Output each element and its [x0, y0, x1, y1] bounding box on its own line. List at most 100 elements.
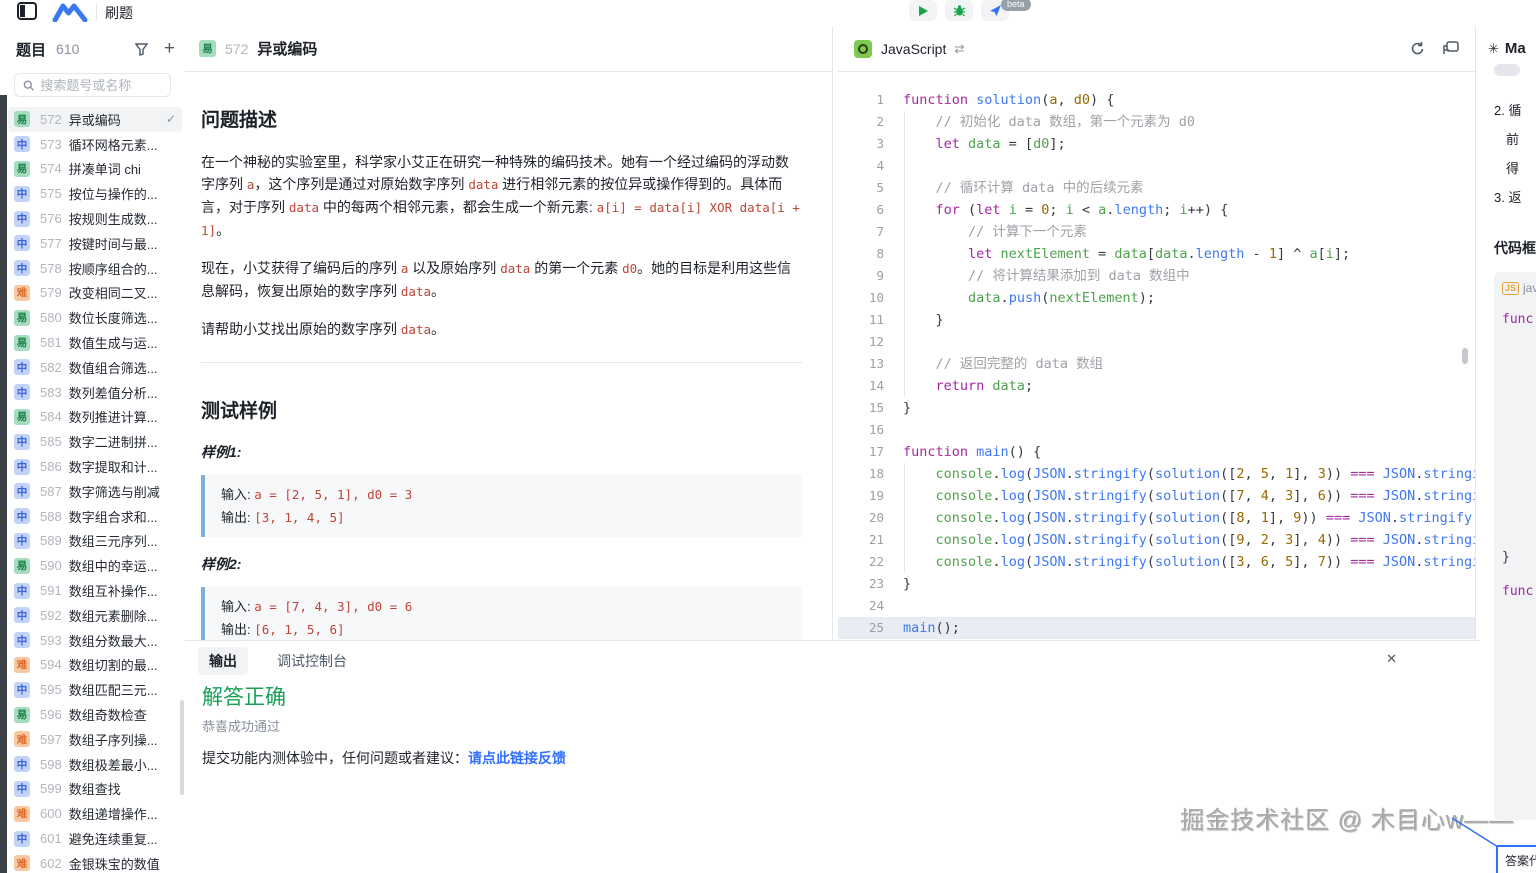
- topbar-menu-label[interactable]: 刷题: [105, 3, 133, 23]
- line-number: 3: [838, 133, 884, 155]
- problem-list-item[interactable]: 中598数组极差最小...: [8, 752, 182, 777]
- debug-button[interactable]: [945, 0, 973, 21]
- reset-code-icon[interactable]: [1410, 41, 1425, 56]
- tab-debug-console[interactable]: 调试控制台: [266, 647, 358, 675]
- difficulty-badge: 中: [14, 533, 30, 549]
- close-icon[interactable]: ✕: [1386, 651, 1397, 667]
- ai-answer-panel: ✳ Ma 2. 循前得3. 返 代码框 JS jav func}func: [1480, 26, 1536, 873]
- ai-code-heading: 代码框: [1494, 238, 1536, 258]
- sample-title: 样例1:: [201, 442, 802, 462]
- samples-heading: 测试样例: [201, 396, 802, 423]
- problem-count: 610: [56, 41, 79, 57]
- problem-list-item[interactable]: 易572异或编码✓: [8, 107, 182, 132]
- problem-id: 582: [40, 360, 62, 375]
- problem-list-item[interactable]: 中 577 按键时间与最...: [8, 231, 182, 256]
- problem-id: 577: [40, 236, 62, 251]
- problem-list-item[interactable]: 易596数组奇数检查: [8, 702, 182, 727]
- problem-id: 598: [40, 757, 62, 772]
- problem-list-item[interactable]: 中593数组分数最大...: [8, 628, 182, 653]
- problem-item-title: 数组分数最大...: [69, 631, 158, 650]
- problem-list-item[interactable]: 易581数值生成与运...: [8, 330, 182, 355]
- problem-list-item[interactable]: 难579改变相同二叉...: [8, 281, 182, 306]
- problem-list-item[interactable]: 中575按位与操作的...: [8, 181, 182, 206]
- sidebar-toggle-icon[interactable]: [16, 2, 38, 22]
- add-icon[interactable]: +: [164, 42, 175, 56]
- line-number: 11: [838, 309, 884, 331]
- problem-list-item[interactable]: 中588数字组合求和...: [8, 504, 182, 529]
- paper-plane-icon: [989, 4, 1002, 17]
- line-number: 22: [838, 551, 884, 573]
- play-icon: [917, 5, 929, 17]
- problem-item-title: 数组元素删除...: [69, 606, 158, 625]
- problem-item-title: 数列推进计算...: [69, 407, 158, 426]
- problem-id: 588: [40, 509, 62, 524]
- problem-title: 异或编码: [257, 38, 317, 59]
- feedback-text: 提交功能内测体验中，任何问题或者建议：: [202, 750, 468, 766]
- problem-item-title: 数字筛选与削减: [69, 482, 160, 501]
- difficulty-badge: 难: [14, 657, 30, 673]
- editor-scrollbar[interactable]: [1462, 348, 1468, 364]
- problem-list-item[interactable]: 中595数组匹配三元...: [8, 677, 182, 702]
- difficulty-badge: 中: [14, 235, 30, 251]
- problem-item-title: 循环网格元素...: [69, 135, 158, 154]
- problem-item-title: 按键时间与最...: [69, 234, 158, 253]
- result-subtitle: 恭喜成功通过: [202, 716, 280, 735]
- problem-list-item[interactable]: 易584数列推进计算...: [8, 405, 182, 430]
- problem-list-item[interactable]: 易590数组中的幸运...: [8, 553, 182, 578]
- difficulty-badge: 易: [14, 310, 30, 326]
- line-number: 18: [838, 463, 884, 485]
- problem-id: 594: [40, 657, 62, 672]
- sidebar-header: 题目 610 +: [16, 39, 175, 59]
- beta-badge: beta: [1001, 0, 1031, 11]
- problem-id: 581: [40, 335, 62, 350]
- feedback-row: 提交功能内测体验中，任何问题或者建议：请点此链接反馈: [202, 748, 566, 768]
- search-input[interactable]: [40, 78, 162, 93]
- run-button[interactable]: [909, 0, 937, 21]
- line-number: 1: [838, 89, 884, 111]
- problem-item-title: 数组匹配三元...: [69, 680, 158, 699]
- problem-list-item[interactable]: 中585数字二进制拼...: [8, 429, 182, 454]
- problem-item-title: 数组子序列操...: [69, 730, 158, 749]
- problem-item-title: 按规则生成数...: [69, 209, 158, 228]
- problem-list-item[interactable]: 中601避免连续重复...: [8, 826, 182, 851]
- ai-code-block: JS jav func}func: [1494, 272, 1536, 820]
- sidebar-scrollbar[interactable]: [180, 700, 184, 795]
- difficulty-badge: 中: [14, 583, 30, 599]
- editor-header: JavaScript ⇄: [838, 26, 1475, 72]
- sparkle-icon: ✳: [1488, 41, 1499, 57]
- problem-list-item[interactable]: 中592数组元素删除...: [8, 603, 182, 628]
- filter-icon[interactable]: [135, 43, 148, 56]
- problem-list-item[interactable]: 难594数组切割的最...: [8, 653, 182, 678]
- line-number: 7: [838, 221, 884, 243]
- problem-id: 572: [225, 41, 248, 57]
- format-code-icon[interactable]: [1443, 41, 1459, 56]
- problem-list-item[interactable]: 中587数字筛选与削减: [8, 479, 182, 504]
- problem-list-item[interactable]: 中578按顺序组合的...: [8, 256, 182, 281]
- problem-list-item[interactable]: 难602金银珠宝的数值: [8, 851, 182, 873]
- problem-id: 575: [40, 186, 62, 201]
- problem-list-item[interactable]: 中589数组三元序列...: [8, 529, 182, 554]
- problem-list-item[interactable]: 中586数字提取和计...: [8, 454, 182, 479]
- problem-list-item[interactable]: 易574拼凑单词 chi: [8, 157, 182, 182]
- problem-list-item[interactable]: 中573循环网格元素...: [8, 132, 182, 157]
- tab-output[interactable]: 输出: [198, 647, 248, 675]
- description-paragraph: 请帮助小艾找出原始的数字序列 data。: [201, 318, 802, 341]
- problem-list-item[interactable]: 中582数值组合筛选...: [8, 355, 182, 380]
- problem-list-item[interactable]: 易580数位长度筛选...: [8, 305, 182, 330]
- problem-item-title: 数组互补操作...: [69, 581, 158, 600]
- problem-id: 599: [40, 781, 62, 796]
- juejin-logo: [52, 3, 88, 22]
- problem-list-item[interactable]: 中583数列差值分析...: [8, 380, 182, 405]
- feedback-link[interactable]: 请点此链接反馈: [468, 750, 566, 766]
- bug-icon: [953, 4, 966, 17]
- js-lang-badge: JS: [1502, 282, 1519, 295]
- switch-language-icon[interactable]: ⇄: [954, 42, 964, 56]
- problem-list-item[interactable]: 难597数组子序列操...: [8, 727, 182, 752]
- problem-list-item[interactable]: 中599数组查找: [8, 777, 182, 802]
- problem-list-item[interactable]: 中576按规则生成数...: [8, 206, 182, 231]
- problem-list-item[interactable]: 中591数组互补操作...: [8, 578, 182, 603]
- search-box[interactable]: [14, 73, 171, 97]
- difficulty-badge: 中: [14, 483, 30, 499]
- problem-list-item[interactable]: 难600数组递增操作...: [8, 801, 182, 826]
- difficulty-badge: 难: [14, 731, 30, 747]
